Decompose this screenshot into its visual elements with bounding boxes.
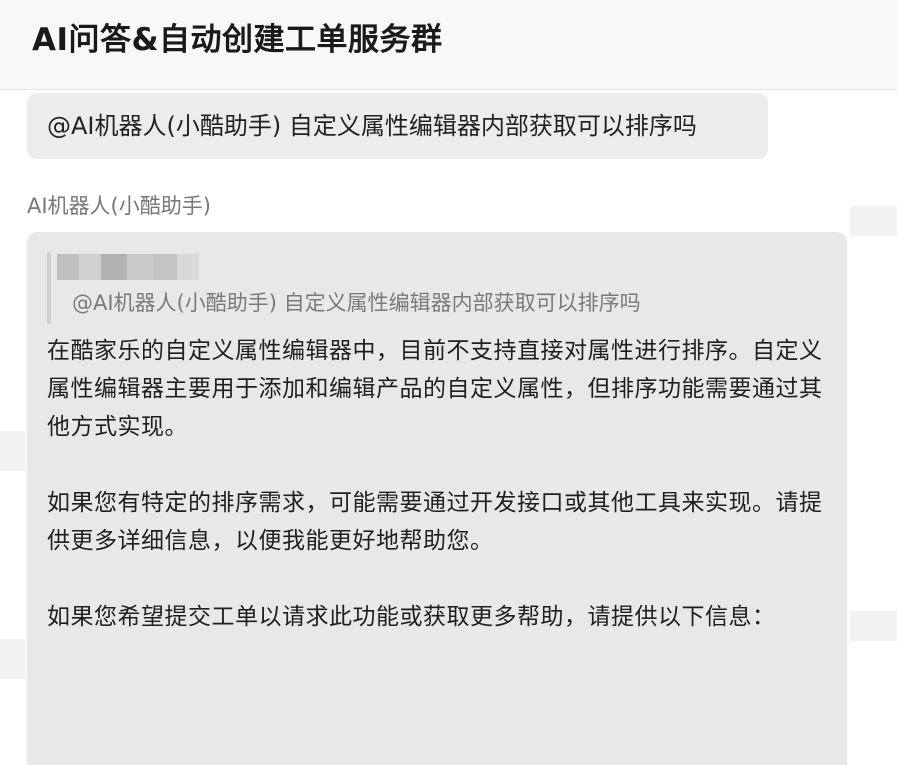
quoted-message: @AI机器人(小酷助手) 自定义属性编辑器内部获取可以排序吗 xyxy=(72,291,641,315)
blurred-region xyxy=(850,206,897,236)
blurred-region xyxy=(0,639,26,679)
chat-window: AI问答&自动创建工单服务群 @AI机器人(小酷助手) 自定义属性编辑器内部获取… xyxy=(0,0,897,765)
bot-reply-body: 在酷家乐的自定义属性编辑器中，目前不支持直接对属性进行排序。自定义属性编辑器主要… xyxy=(47,332,837,636)
group-title: AI问答&自动创建工单服务群 xyxy=(32,22,443,58)
reply-paragraph: 如果您希望提交工单以请求此功能或获取更多帮助，请提供以下信息： xyxy=(47,604,776,630)
message-list[interactable]: @AI机器人(小酷助手) 自定义属性编辑器内部获取可以排序吗 AI机器人(小酷助… xyxy=(0,91,897,765)
redacted-quoted-sender xyxy=(57,254,199,280)
reply-paragraph: 在酷家乐的自定义属性编辑器中，目前不支持直接对属性进行排序。自定义属性编辑器主要… xyxy=(47,338,823,440)
bot-sender-name: AI机器人(小酷助手) xyxy=(27,194,211,218)
user-message-bubble[interactable]: @AI机器人(小酷助手) 自定义属性编辑器内部获取可以排序吗 xyxy=(27,93,768,159)
chat-header: AI问答&自动创建工单服务群 xyxy=(0,0,897,90)
blurred-region xyxy=(0,431,26,471)
blurred-region xyxy=(850,611,897,641)
quote-indicator xyxy=(47,252,51,324)
bot-message-bubble[interactable]: @AI机器人(小酷助手) 自定义属性编辑器内部获取可以排序吗 在酷家乐的自定义属… xyxy=(27,232,847,765)
reply-paragraph: 如果您有特定的排序需求，可能需要通过开发接口或其他工具来实现。请提供更多详细信息… xyxy=(47,490,823,554)
